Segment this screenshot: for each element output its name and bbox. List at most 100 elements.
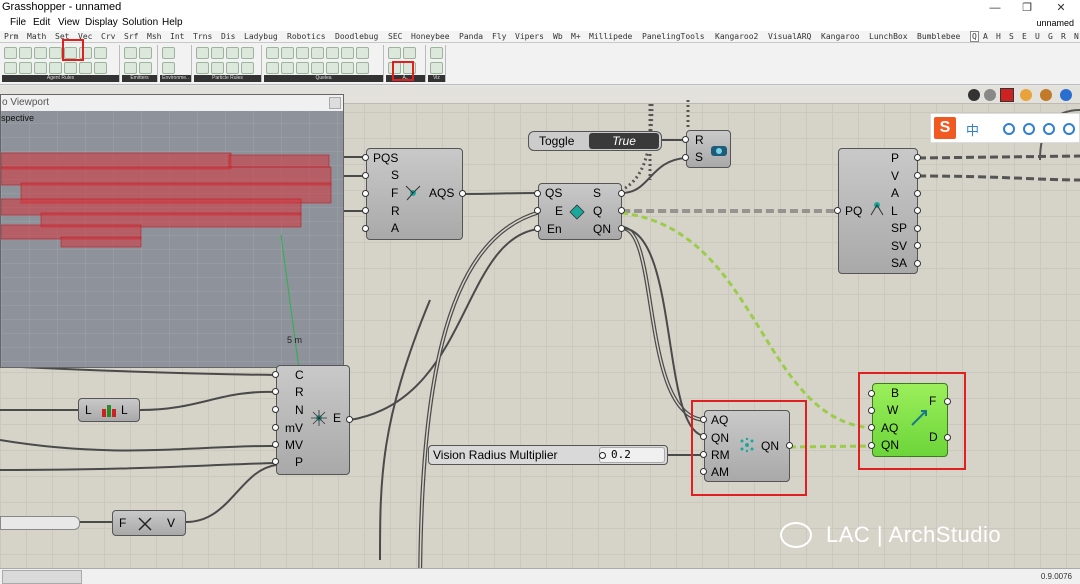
slider-track[interactable] [599, 447, 665, 463]
grip[interactable] [272, 388, 279, 395]
viewport-close-icon[interactable] [329, 97, 341, 109]
ribbon-component-icon[interactable] [139, 47, 152, 59]
grip[interactable] [362, 172, 369, 179]
grip[interactable] [362, 190, 369, 197]
ribbon-component-icon[interactable] [281, 47, 294, 59]
component-fv[interactable]: F V [112, 510, 186, 536]
input-f[interactable]: F [391, 186, 398, 200]
ribbon-component-icon[interactable] [19, 62, 32, 74]
rhino-viewport[interactable]: o Viewport spective 5 m [0, 94, 344, 368]
input-r[interactable]: R [695, 133, 704, 147]
grip[interactable] [786, 442, 793, 449]
output-v[interactable]: V [891, 169, 899, 183]
ribbon-component-icon[interactable] [196, 47, 209, 59]
grip[interactable] [534, 207, 541, 214]
tab-doodlebug[interactable]: Doodlebug [335, 32, 378, 41]
tab-honeybee[interactable]: Honeybee [411, 32, 450, 41]
output-d[interactable]: D [929, 430, 938, 444]
tab-robotics[interactable]: Robotics [287, 32, 326, 41]
output-l[interactable]: L [121, 403, 128, 417]
tab-lunchbox[interactable]: LunchBox [869, 32, 908, 41]
grip[interactable] [868, 390, 875, 397]
tab-e[interactable]: E [1022, 32, 1027, 41]
grip[interactable] [700, 433, 707, 440]
restore-button[interactable]: ❐ [1012, 0, 1042, 16]
emoji-icon[interactable] [1003, 123, 1015, 135]
component-timer[interactable]: R S [686, 130, 731, 168]
menu-file[interactable]: File [10, 17, 26, 28]
grip[interactable] [914, 190, 921, 197]
tab-kangaroo2[interactable]: Kangaroo2 [715, 32, 758, 41]
close-button[interactable]: ✕ [1046, 0, 1076, 16]
boolean-toggle[interactable]: Toggle True [528, 131, 662, 151]
input-l[interactable]: L [85, 403, 92, 417]
tab-fly[interactable]: Fly [492, 32, 506, 41]
ribbon-component-icon[interactable] [124, 62, 137, 74]
tab-q[interactable]: Q [970, 31, 979, 42]
tab-wb[interactable]: Wb [553, 32, 563, 41]
grip[interactable] [534, 190, 541, 197]
tab-sec[interactable]: SEC [388, 32, 402, 41]
ribbon-component-icon[interactable] [356, 62, 369, 74]
ribbon-component-icon[interactable] [34, 47, 47, 59]
ribbon-component-icon[interactable] [281, 62, 294, 74]
grip[interactable] [459, 190, 466, 197]
grip[interactable] [914, 260, 921, 267]
output-v[interactable]: V [167, 516, 175, 530]
tab-vipers[interactable]: Vipers [515, 32, 544, 41]
input-a[interactable]: A [391, 221, 399, 235]
ribbon-component-icon[interactable] [356, 47, 369, 59]
grip[interactable] [868, 424, 875, 431]
ribbon-component-icon[interactable] [311, 47, 324, 59]
input-mv-max[interactable]: MV [285, 438, 303, 452]
ribbon-component-icon[interactable] [34, 62, 47, 74]
minimize-button[interactable]: — [980, 0, 1010, 16]
input-en[interactable]: En [547, 222, 562, 236]
input-r[interactable]: R [391, 204, 400, 218]
tab-s[interactable]: S [1009, 32, 1014, 41]
ribbon-component-icon[interactable] [341, 47, 354, 59]
ime-mode[interactable]: 中 [966, 120, 979, 139]
ribbon-component-icon[interactable] [49, 62, 62, 74]
tab-bumblebee[interactable]: Bumblebee [917, 32, 960, 41]
tab-u[interactable]: U [1035, 32, 1040, 41]
output-qn[interactable]: QN [761, 439, 779, 453]
input-aq[interactable]: AQ [711, 413, 728, 427]
tab-millipede[interactable]: Millipede [589, 32, 632, 41]
ribbon-component-icon[interactable] [211, 47, 224, 59]
tab-math[interactable]: Math [27, 32, 46, 41]
input-qn[interactable]: QN [881, 438, 899, 452]
grip[interactable] [914, 207, 921, 214]
component-emitter[interactable]: C R N mV MV P E [276, 365, 350, 475]
grip[interactable] [914, 154, 921, 161]
skin-icon[interactable] [1023, 123, 1035, 135]
grip[interactable] [944, 398, 951, 405]
ribbon-component-icon[interactable] [296, 62, 309, 74]
grip[interactable] [618, 207, 625, 214]
tab-r[interactable]: R [1061, 32, 1066, 41]
tab-int[interactable]: Int [170, 32, 184, 41]
ribbon-component-icon[interactable] [266, 47, 279, 59]
input-qs[interactable]: QS [545, 186, 562, 200]
output-qn[interactable]: QN [593, 222, 611, 236]
grip[interactable] [272, 458, 279, 465]
input-c[interactable]: C [295, 368, 304, 382]
grip[interactable] [834, 207, 841, 214]
input-e[interactable]: E [555, 204, 563, 218]
tab-panelingtools[interactable]: PanelingTools [642, 32, 705, 41]
ribbon-component-icon[interactable] [211, 62, 224, 74]
menu-solution[interactable]: Solution [122, 17, 158, 28]
output-aqs[interactable]: AQS [429, 186, 454, 200]
output-l[interactable]: L [891, 204, 898, 218]
input-pq[interactable]: PQ [845, 204, 862, 218]
tab-crv[interactable]: Crv [101, 32, 115, 41]
component-l[interactable]: L L [78, 398, 140, 422]
tab-prm[interactable]: Prm [4, 32, 18, 41]
ribbon-component-icon[interactable] [388, 47, 401, 59]
preview-selected-icon[interactable] [1000, 88, 1014, 102]
input-am[interactable]: AM [711, 465, 729, 479]
panel-input[interactable] [0, 516, 80, 530]
component-particle-deconstruct[interactable]: PQ P V A L SP SV SA [838, 148, 918, 274]
ribbon-component-icon[interactable] [326, 47, 339, 59]
grip[interactable] [346, 416, 353, 423]
